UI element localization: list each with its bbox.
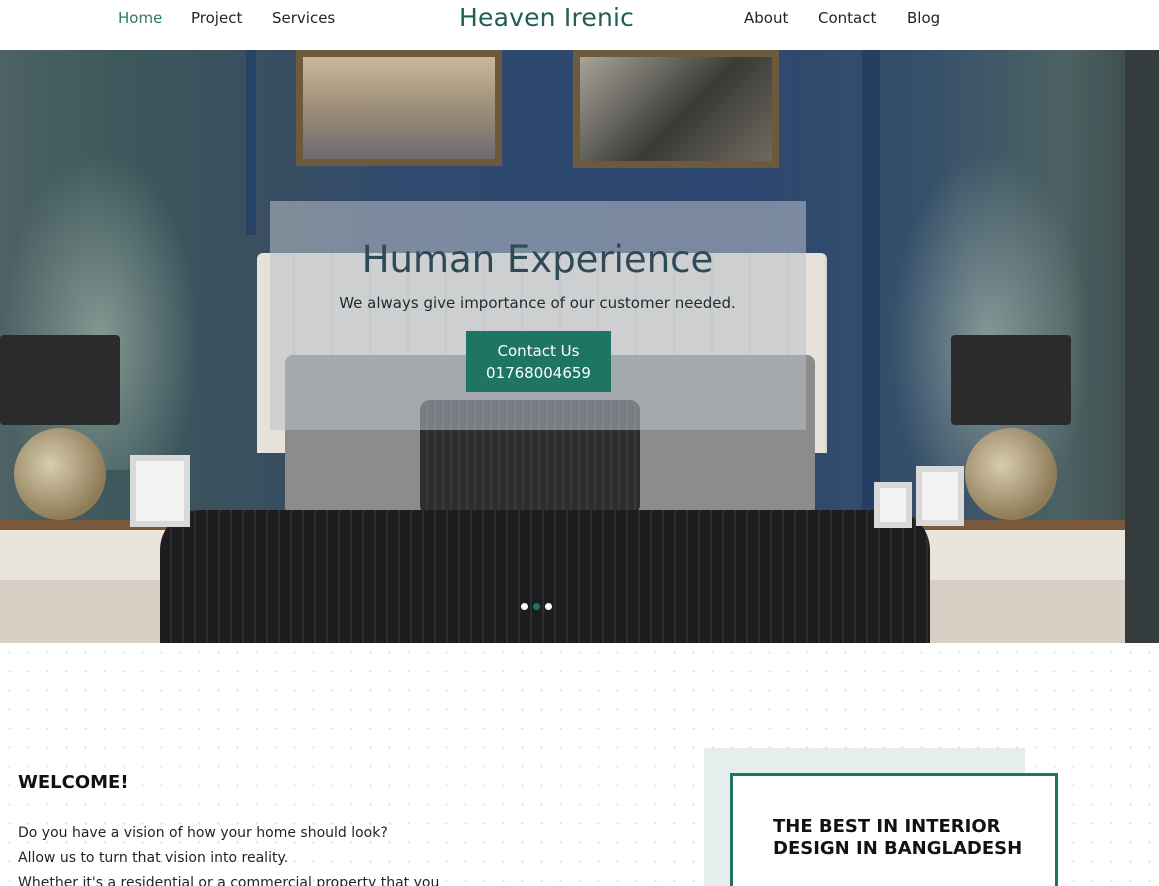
- nav-contact-link[interactable]: Contact: [818, 9, 876, 27]
- lamp-shade-right: [951, 335, 1071, 425]
- lamp-base-right: [965, 428, 1057, 520]
- welcome-text-line-3: Whether it's a residential or a commerci…: [18, 875, 440, 886]
- hero-carousel: Human Experience We always give importan…: [0, 50, 1159, 643]
- wall-panel-left: [246, 50, 256, 235]
- bed-duvet: [160, 510, 930, 643]
- top-navigation: Home Project Services Heaven Irenic Abou…: [0, 0, 1159, 50]
- welcome-text-line-1: Do you have a vision of how your home sh…: [18, 825, 388, 841]
- contact-us-button[interactable]: Contact Us 01768004659: [466, 331, 611, 392]
- photo-frame-left: [130, 455, 190, 527]
- hero-subtitle: We always give importance of our custome…: [339, 294, 736, 312]
- nav-blog-link[interactable]: Blog: [907, 9, 940, 27]
- welcome-heading: WELCOME!: [18, 772, 129, 793]
- wall-painting-right: [573, 50, 779, 168]
- welcome-text-line-2: Allow us to turn that vision into realit…: [18, 850, 289, 866]
- brand-logo-text[interactable]: Heaven Irenic: [459, 3, 634, 32]
- feature-card-title: THE BEST IN INTERIOR DESIGN IN BANGLADES…: [773, 816, 1023, 859]
- wall-edge-right: [1125, 50, 1159, 643]
- photo-frame-right-small: [874, 482, 912, 528]
- hero-caption-overlay: [270, 201, 806, 430]
- welcome-section: WELCOME! Do you have a vision of how you…: [0, 643, 1159, 886]
- nav-project-link[interactable]: Project: [191, 9, 242, 27]
- feature-card: THE BEST IN INTERIOR DESIGN IN BANGLADES…: [730, 773, 1058, 886]
- contact-us-label: Contact Us: [497, 341, 580, 360]
- nav-about-link[interactable]: About: [744, 9, 788, 27]
- carousel-dot-3[interactable]: [545, 603, 552, 610]
- carousel-dot-1[interactable]: [521, 603, 528, 610]
- lamp-shade-left: [0, 335, 120, 425]
- carousel-dot-2[interactable]: [533, 603, 540, 610]
- nav-services-link[interactable]: Services: [272, 9, 335, 27]
- hero-title: Human Experience: [361, 238, 714, 281]
- photo-frame-right: [916, 466, 964, 526]
- wall-painting-left: [296, 50, 502, 166]
- contact-phone-label: 01768004659: [486, 363, 591, 382]
- nav-home-link[interactable]: Home: [118, 9, 162, 27]
- lamp-base-left: [14, 428, 106, 520]
